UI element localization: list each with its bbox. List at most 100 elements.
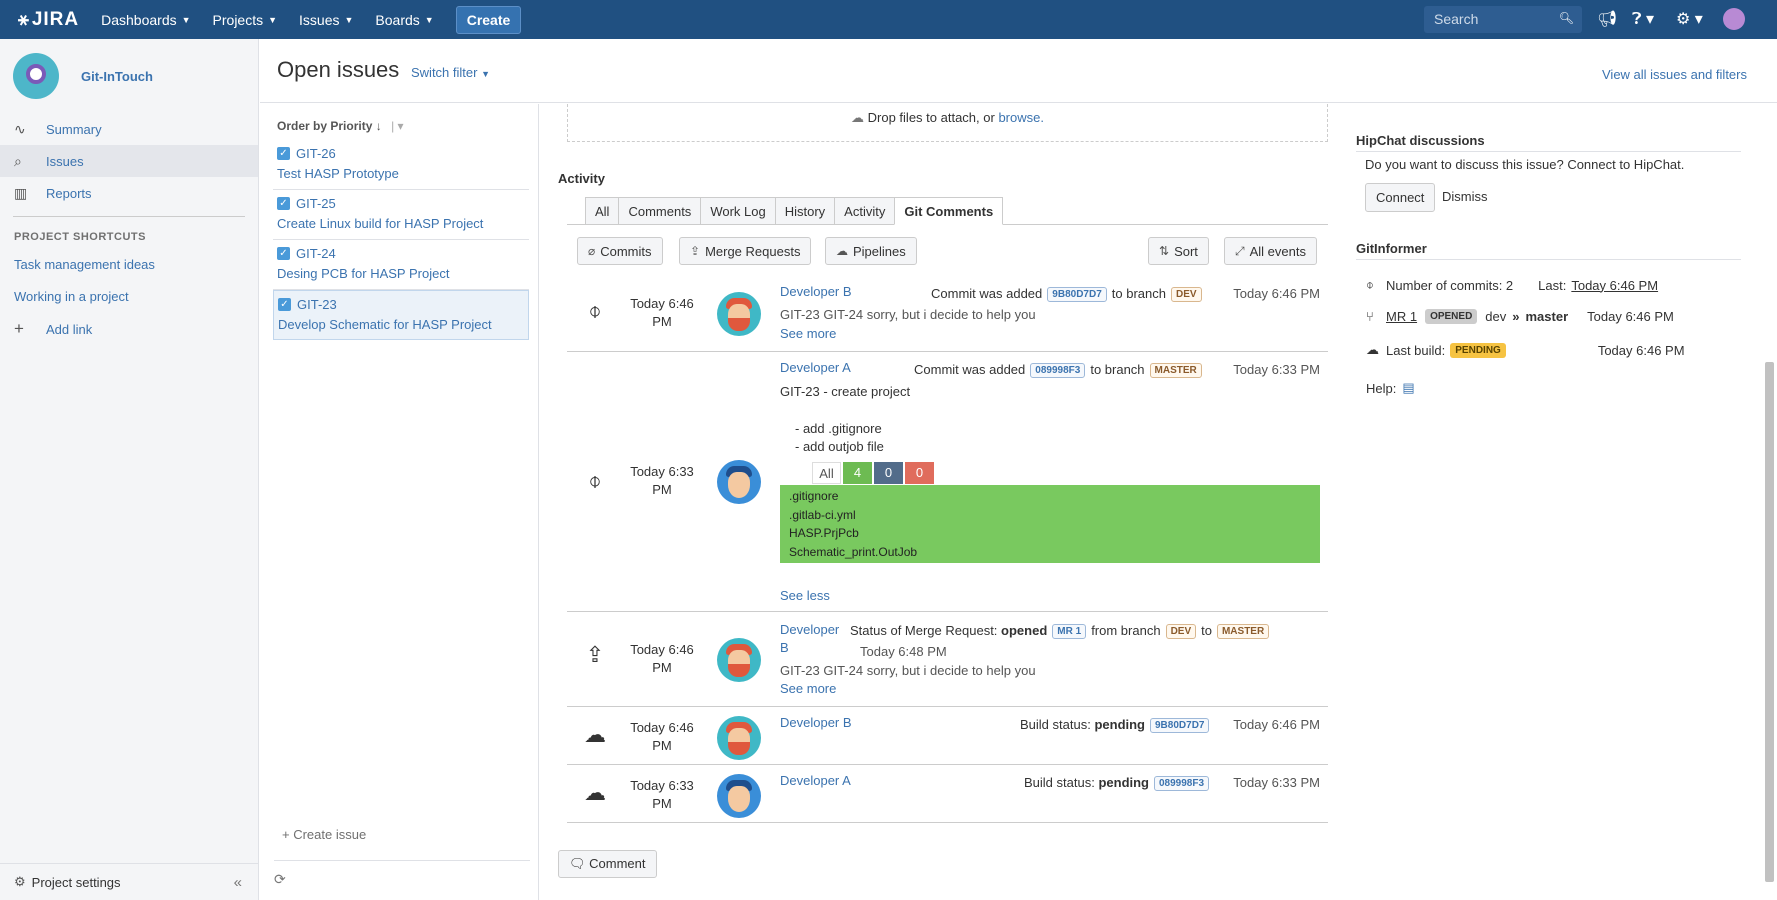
list-item[interactable]: ✓ GIT-25 Create Linux build for HASP Proj… <box>273 190 529 240</box>
user-avatar[interactable] <box>1723 8 1745 30</box>
event-author-link[interactable]: Developer A <box>780 773 851 788</box>
tab-comments[interactable]: Comments <box>618 197 701 225</box>
file-item: Schematic_print.OutJob <box>789 544 918 559</box>
list-item-selected[interactable]: ✓ GIT-23 Develop Schematic for HASP Proje… <box>273 290 529 340</box>
create-button[interactable]: Create <box>455 5 522 34</box>
commits-count: Number of commits: 2 <box>1386 277 1514 293</box>
event-timestamp: Today 6:33 PM <box>1233 775 1320 790</box>
commit-hash-badge[interactable]: 089998F3 <box>1030 363 1086 378</box>
file-item: .gitignore <box>789 489 839 503</box>
nav-boards[interactable]: Boards ▼ <box>375 12 433 28</box>
comment-button[interactable]: 🗨︎ Comment <box>558 850 657 878</box>
merge-request-row: ⑂ MR 1 OPENED dev » master Today 6:46 PM <box>1366 309 1674 324</box>
dismiss-link[interactable]: Dismiss <box>1442 189 1488 204</box>
tab-activity[interactable]: Activity <box>834 197 895 225</box>
issue-key: GIT-26 <box>296 146 336 161</box>
list-item[interactable]: ✓ GIT-26 Test HASP Prototype <box>273 140 529 190</box>
plus-icon: + <box>14 319 24 338</box>
order-by-control[interactable]: Order by Priority ↓ | ▾ <box>277 119 404 133</box>
help-icon[interactable]: ❓︎ ▾ <box>1632 9 1654 29</box>
last-commit-link[interactable]: Today 6:46 PM <box>1571 278 1658 293</box>
diff-tab-all[interactable]: All <box>812 462 841 484</box>
switch-filter-dropdown[interactable]: Switch filter ▼ <box>411 65 490 80</box>
tab-history[interactable]: History <box>774 197 835 225</box>
build-status-label: Build status: <box>1020 717 1091 732</box>
diff-tab-modified[interactable]: 0 <box>874 462 903 484</box>
help-row: Help: ▤ <box>1366 380 1415 396</box>
tab-work-log[interactable]: Work Log <box>700 197 775 225</box>
pipelines-button[interactable]: ☁ Pipelines <box>825 237 917 265</box>
project-header[interactable]: Git-InTouch <box>0 39 258 113</box>
event-author-link[interactable]: Developer B <box>780 621 839 657</box>
sort-direction-icon[interactable]: ↓ <box>376 119 382 133</box>
issue-summary: Create Linux build for HASP Project <box>277 216 484 231</box>
nav-dashboards[interactable]: Dashboards ▼ <box>101 12 190 28</box>
see-less-link[interactable]: See less <box>780 588 830 603</box>
commit-hash-badge[interactable]: 9B80D7D7 <box>1150 718 1210 733</box>
event-author-link[interactable]: Developer A <box>780 360 851 375</box>
avatar <box>717 774 761 818</box>
commit-message-line: - add .gitignore <box>795 421 882 436</box>
scrollbar[interactable] <box>1765 362 1774 882</box>
shortcut-link[interactable]: Working in a project <box>0 281 258 313</box>
git-filter-toolbar: ⌀ Commits ⇪ Merge Requests ☁ Pipelines ⇅ Sor… <box>567 237 1328 267</box>
commits-button[interactable]: ⌀ Commits <box>577 237 663 265</box>
merge-requests-button[interactable]: ⇪ Merge Requests <box>679 237 812 265</box>
mr-status-value: opened <box>1001 623 1048 638</box>
diff-tab-deleted[interactable]: 0 <box>905 462 934 484</box>
refresh-icon[interactable]: ⟳ <box>274 860 530 888</box>
commit-hash-badge[interactable]: 9B80D7D7 <box>1047 287 1107 302</box>
event-author-link[interactable]: Developer B <box>780 715 852 730</box>
view-all-issues-link[interactable]: View all issues and filters <box>1602 67 1747 82</box>
issue-summary: Develop Schematic for HASP Project <box>278 317 492 332</box>
git-event-commit: ⌽ Today 6:33 PM Developer A Commit was ad… <box>567 352 1328 612</box>
issue-key: GIT-23 <box>297 297 337 312</box>
tab-all[interactable]: All <box>585 197 619 225</box>
sidebar-nav: ∿ Summary ⌕ Issues ▥ Reports <box>0 113 258 209</box>
list-item[interactable]: ✓ GIT-24 Desing PCB for HASP Project <box>273 240 529 290</box>
help-book-icon[interactable]: ▤ <box>1402 380 1414 396</box>
tab-git-comments[interactable]: Git Comments <box>894 197 1004 225</box>
git-event-merge-request: ⇪ Today 6:46 PM Developer B Status of Merg… <box>567 612 1328 707</box>
search-input[interactable]: Search 🔍︎ <box>1424 6 1582 33</box>
build-status-label: Build status: <box>1024 775 1095 790</box>
gear-icon[interactable]: ⚙ ▾ <box>1676 9 1703 29</box>
attachment-dropzone[interactable]: ☁ Drop files to attach, or browse. <box>567 104 1328 142</box>
help-label: Help: <box>1366 380 1397 396</box>
avatar <box>717 460 761 504</box>
order-dropdown-icon[interactable]: | ▾ <box>391 119 403 133</box>
commit-message: GIT-23 GIT-24 sorry, but i decide to hel… <box>780 307 1036 322</box>
jira-logo-icon: ⚹ <box>18 9 30 29</box>
merge-request-badge[interactable]: MR 1 <box>1052 624 1087 639</box>
sidebar-item-issues[interactable]: ⌕ Issues <box>0 145 258 177</box>
shortcut-link[interactable]: Task management ideas <box>0 249 258 281</box>
jira-logo[interactable]: ⚹ JIRA <box>18 9 79 31</box>
jira-logo-text: JIRA <box>31 8 80 30</box>
collapse-sidebar-icon[interactable]: « <box>234 874 242 891</box>
event-time: Today 6:46 <box>630 642 694 657</box>
sidebar-item-summary[interactable]: ∿ Summary <box>0 113 258 145</box>
last-build-label: Last build: <box>1386 342 1446 358</box>
diff-tab-added[interactable]: 4 <box>843 462 872 484</box>
comment-icon: 🗨︎ <box>569 856 586 871</box>
all-events-button[interactable]: ⤢ All events <box>1224 237 1317 265</box>
create-issue-link[interactable]: + Create issue <box>282 827 366 842</box>
cloud-upload-icon: ☁ <box>1366 342 1379 357</box>
connect-button[interactable]: Connect <box>1365 183 1436 212</box>
arrow-icon: » <box>1512 309 1520 324</box>
mr-time: Today 6:46 PM <box>1587 309 1674 324</box>
announcement-icon[interactable]: 📢︎ <box>1597 9 1617 29</box>
project-settings-button[interactable]: ⚙ Project settings « <box>0 863 258 900</box>
commits-count-row: ⌽ Number of commits: 2 Last: Today 6:46 … <box>1366 277 1658 293</box>
nav-issues[interactable]: Issues ▼ <box>299 12 353 28</box>
sidebar-item-reports[interactable]: ▥ Reports <box>0 177 258 209</box>
nav-projects[interactable]: Projects ▼ <box>213 12 278 28</box>
event-author-link[interactable]: Developer B <box>780 284 852 299</box>
sort-button[interactable]: ⇅ Sort <box>1148 237 1209 265</box>
browse-link[interactable]: browse. <box>998 110 1044 125</box>
merge-request-link[interactable]: MR 1 <box>1386 309 1417 324</box>
see-more-link[interactable]: See more <box>780 326 836 341</box>
add-link-button[interactable]: + Add link <box>0 313 258 345</box>
see-more-link[interactable]: See more <box>780 681 836 696</box>
commit-hash-badge[interactable]: 089998F3 <box>1154 776 1210 791</box>
